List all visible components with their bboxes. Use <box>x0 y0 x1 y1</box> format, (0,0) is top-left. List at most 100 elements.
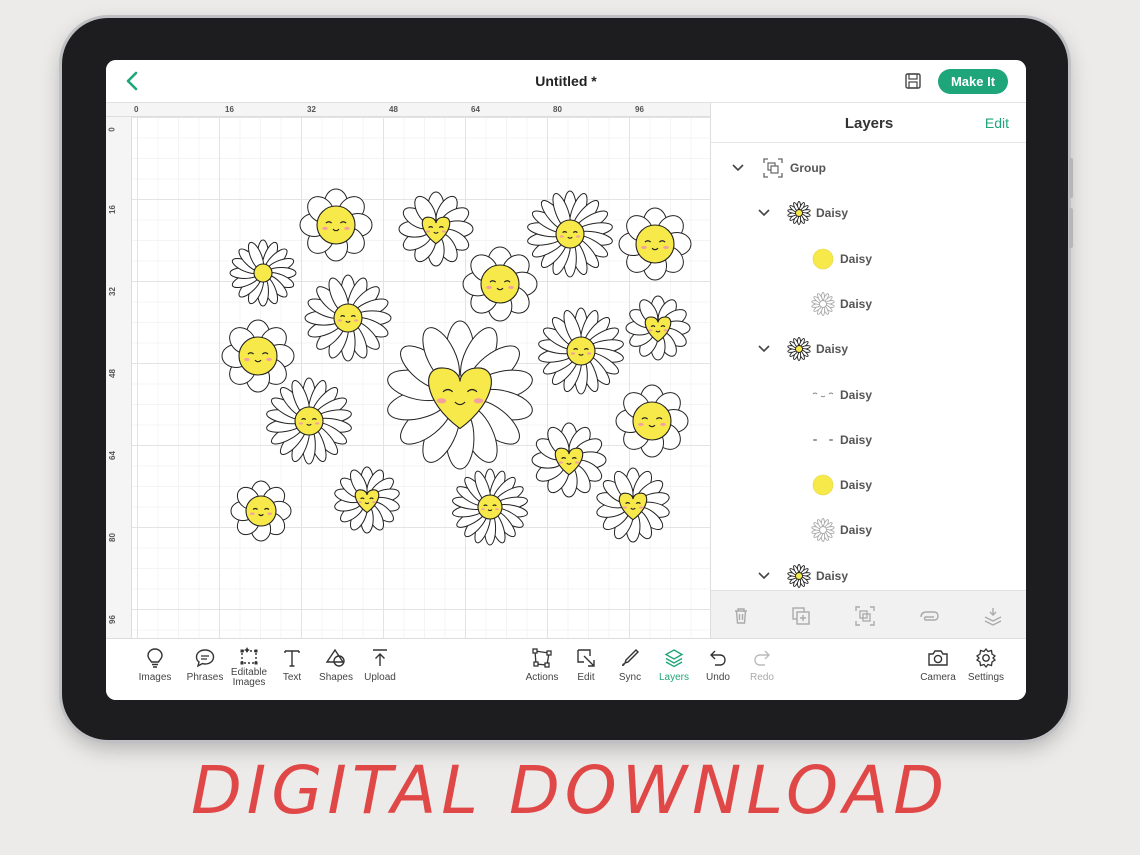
edit-icon <box>577 649 595 667</box>
trash-icon[interactable] <box>730 605 752 627</box>
layer-row[interactable]: Daisy <box>711 328 1026 370</box>
daisy-blush <box>425 230 430 233</box>
upload-icon <box>373 649 387 666</box>
daisy-sticker[interactable] <box>618 207 692 281</box>
volume-button <box>1069 208 1073 248</box>
daisy-blush <box>344 226 350 230</box>
layer-label: Daisy <box>840 432 873 447</box>
daisy-blush <box>267 512 272 515</box>
daisy-blush <box>354 319 359 322</box>
daisy-sticker[interactable] <box>462 246 538 322</box>
document-title: Untitled * <box>535 73 597 89</box>
volume-button <box>1069 158 1073 198</box>
daisy-blush <box>298 422 303 425</box>
daisy-blush <box>663 329 668 332</box>
daisy-blush <box>358 501 362 504</box>
daisy-blush <box>337 319 342 322</box>
images-tool-button[interactable]: Images <box>129 647 181 697</box>
daisy-blush <box>576 235 581 238</box>
chevron-down-icon[interactable] <box>757 569 771 583</box>
text-icon <box>284 650 300 667</box>
chevron-down-icon[interactable] <box>731 161 745 175</box>
tool-label: Camera <box>920 672 956 683</box>
settings-tool-button[interactable]: Settings <box>960 647 1012 697</box>
chevron-left-icon <box>126 71 138 91</box>
daisy-blush <box>442 230 447 233</box>
daisy-sticker[interactable] <box>266 377 353 465</box>
layer-row[interactable]: Daisy <box>711 374 1026 416</box>
daisy-sticker[interactable] <box>531 422 607 498</box>
daisy-sticker[interactable] <box>221 319 295 393</box>
design-canvas[interactable]: 0 16 32 48 64 80 96 0 16 32 48 64 80 96 <box>106 103 710 638</box>
back-button[interactable] <box>120 68 144 94</box>
daisy-blush <box>244 357 250 361</box>
settings-icon <box>975 647 997 669</box>
layer-row[interactable]: Daisy <box>711 464 1026 506</box>
flatten-icon[interactable] <box>982 605 1004 627</box>
daisy-sticker[interactable] <box>304 274 392 362</box>
daisy-sticker[interactable] <box>333 466 400 534</box>
chevron-down-icon[interactable] <box>757 342 771 356</box>
layer-row[interactable]: Daisy <box>711 283 1026 325</box>
daisy-outline-thumbnail-icon <box>811 518 835 543</box>
camera-icon <box>928 650 948 666</box>
daisy-blush <box>558 461 563 464</box>
make-it-button[interactable]: Make It <box>938 69 1008 94</box>
layer-row[interactable]: Daisy <box>711 419 1026 461</box>
daisy-sticker[interactable] <box>452 468 529 546</box>
daisy-thumbnail-icon <box>787 563 811 588</box>
layer-row-group[interactable]: Group <box>711 147 1026 189</box>
daisy-blush <box>266 357 272 361</box>
daisy-blush <box>486 285 492 289</box>
daisy-blush <box>638 422 644 426</box>
daisy-blush <box>481 508 485 511</box>
attach-icon[interactable] <box>918 605 940 627</box>
digital-download-banner: DIGITAL DOWNLOAD <box>190 752 950 829</box>
tool-label: Redo <box>750 672 774 683</box>
daisy-artwork[interactable] <box>106 103 710 638</box>
daisy-center <box>316 205 356 245</box>
layer-label: Daisy <box>816 568 849 583</box>
daisy-sticker[interactable] <box>538 307 625 395</box>
actions-icon <box>532 648 552 668</box>
daisy-center <box>294 406 324 436</box>
group-icon <box>763 158 783 178</box>
daisy-blush <box>436 398 447 404</box>
daisy-sticker[interactable] <box>398 191 474 267</box>
daisy-sticker[interactable] <box>385 320 535 470</box>
layers-panel: Layers Edit Group Daisy Daisy Daisy Daisy Dai… <box>710 103 1026 638</box>
layers-header: Layers Edit <box>711 103 1026 143</box>
layer-row[interactable]: Daisy <box>711 509 1026 551</box>
layer-row[interactable]: Daisy <box>711 192 1026 234</box>
sync-icon <box>622 649 639 666</box>
layer-label: Group <box>790 161 826 175</box>
layer-actions-bar <box>711 590 1026 638</box>
daisy-sticker[interactable] <box>230 480 292 542</box>
daisy-center <box>632 401 672 441</box>
layer-row[interactable]: Daisy <box>711 238 1026 280</box>
speech-bubble-icon <box>195 649 215 668</box>
daisy-sticker[interactable] <box>625 295 691 361</box>
duplicate-icon[interactable] <box>790 605 812 627</box>
daisy-center <box>566 336 596 366</box>
daisy-outline-thumbnail-icon <box>811 291 835 316</box>
daisy-center <box>245 495 277 527</box>
daisy-sticker[interactable] <box>229 239 297 307</box>
daisy-sticker[interactable] <box>615 384 689 458</box>
upload-tool-button[interactable]: Upload <box>354 647 406 697</box>
daisy-sticker[interactable] <box>595 467 670 543</box>
daisy-center <box>477 494 503 520</box>
daisy-thumbnail-icon <box>787 337 811 362</box>
camera-tool-button[interactable]: Camera <box>912 647 964 697</box>
yellow-circle-thumbnail-icon <box>812 474 834 496</box>
daisy-thumbnail-icon <box>787 201 811 226</box>
layers-edit-button[interactable]: Edit <box>985 115 1009 131</box>
save-button[interactable] <box>904 72 922 90</box>
daisy-blush <box>660 422 666 426</box>
chevron-down-icon[interactable] <box>757 206 771 220</box>
group-icon[interactable] <box>854 605 876 627</box>
redo-tool-button[interactable]: Redo <box>736 647 788 697</box>
daisy-sticker[interactable] <box>299 188 373 262</box>
daisy-blush <box>372 501 376 504</box>
daisy-sticker[interactable] <box>527 190 614 278</box>
